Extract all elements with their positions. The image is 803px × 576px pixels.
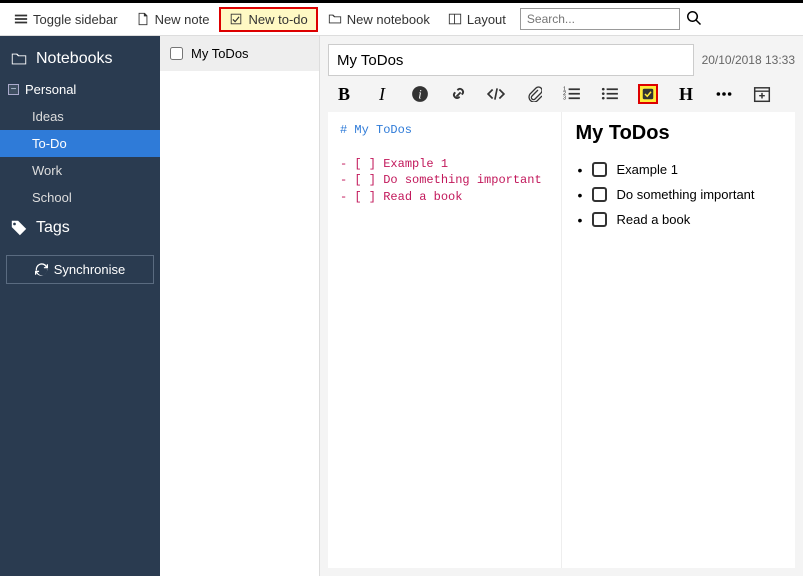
preview-list: Example 1 Do something important Read a … <box>576 157 782 232</box>
note-list-item[interactable]: My ToDos <box>160 36 319 71</box>
md-heading: # My ToDos <box>340 123 412 137</box>
main-area: Notebooks − Personal Ideas To-Do Work Sc… <box>0 36 803 576</box>
sidebar-item-ideas[interactable]: Ideas <box>0 103 160 130</box>
svg-text:3: 3 <box>563 96 566 102</box>
preview-heading: My ToDos <box>576 122 782 145</box>
timestamp: 20/10/2018 13:33 <box>702 53 795 67</box>
heading-button[interactable]: H <box>676 84 696 104</box>
md-text: Do something important <box>383 173 541 187</box>
md-text: Example 1 <box>383 157 448 171</box>
notebooks-label: Notebooks <box>36 50 113 68</box>
folder-icon <box>10 50 28 68</box>
italic-button[interactable]: I <box>372 84 392 104</box>
task-text: Do something important <box>617 187 755 202</box>
hamburger-icon <box>14 12 28 26</box>
more-button[interactable] <box>714 84 734 104</box>
sidebar: Notebooks − Personal Ideas To-Do Work Sc… <box>0 36 160 576</box>
format-toolbar: B I i 123 <box>328 76 795 110</box>
bold-button[interactable]: B <box>334 84 354 104</box>
new-note-label: New note <box>155 12 210 27</box>
new-todo-button[interactable]: New to-do <box>219 7 317 32</box>
layout-button[interactable]: Layout <box>440 8 514 31</box>
bullet-list-button[interactable] <box>600 84 620 104</box>
info-icon: i <box>411 85 429 103</box>
task-checkbox[interactable] <box>592 187 607 202</box>
new-note-button[interactable]: New note <box>128 8 218 31</box>
title-row: 20/10/2018 13:33 <box>328 44 795 76</box>
note-title: My ToDos <box>191 46 249 61</box>
layout-label: Layout <box>467 12 506 27</box>
task-checkbox[interactable] <box>592 212 607 227</box>
numbered-list-button[interactable]: 123 <box>562 84 582 104</box>
editor-area: 20/10/2018 13:33 B I i <box>320 36 803 576</box>
tags-icon <box>10 219 28 237</box>
sidebar-item-school[interactable]: School <box>0 184 160 211</box>
top-toolbar: Toggle sidebar New note New to-do New no… <box>0 3 803 36</box>
markdown-editor[interactable]: # My ToDos - [ ] Example 1 - [ ] Do some… <box>328 112 562 568</box>
sidebar-item-todo[interactable]: To-Do <box>0 130 160 157</box>
new-notebook-label: New notebook <box>347 12 430 27</box>
sync-label: Synchronise <box>54 262 126 277</box>
note-title-input[interactable] <box>328 44 694 76</box>
notebooks-header[interactable]: Notebooks <box>0 42 160 76</box>
tags-label: Tags <box>36 219 70 237</box>
calendar-plus-icon <box>753 85 771 103</box>
collapse-icon: − <box>8 84 19 95</box>
file-icon <box>136 12 150 26</box>
preview-item: Example 1 <box>592 157 782 182</box>
code-icon <box>487 85 505 103</box>
search-input[interactable] <box>520 8 680 30</box>
sync-icon <box>35 263 48 276</box>
notebook-personal[interactable]: − Personal <box>0 76 160 103</box>
search-icon <box>686 10 702 26</box>
calendar-button[interactable] <box>752 84 772 104</box>
tags-header[interactable]: Tags <box>0 211 160 245</box>
note-list: My ToDos <box>160 36 320 576</box>
code-button[interactable] <box>486 84 506 104</box>
task-checkbox[interactable] <box>592 162 607 177</box>
paperclip-icon <box>526 86 542 102</box>
checkbox-list-button[interactable] <box>638 84 658 104</box>
link-button[interactable] <box>448 84 468 104</box>
svg-text:i: i <box>418 88 422 102</box>
layout-icon <box>448 12 462 26</box>
sidebar-item-work[interactable]: Work <box>0 157 160 184</box>
attach-button[interactable] <box>524 84 544 104</box>
toggle-sidebar-label: Toggle sidebar <box>33 12 118 27</box>
search-button[interactable] <box>686 10 702 29</box>
toggle-sidebar-button[interactable]: Toggle sidebar <box>6 8 126 31</box>
ellipsis-icon <box>715 85 733 103</box>
notebook-label: Personal <box>25 82 76 97</box>
synchronise-button[interactable]: Synchronise <box>6 255 154 284</box>
link-icon <box>450 86 467 103</box>
task-text: Example 1 <box>617 162 678 177</box>
info-button[interactable]: i <box>410 84 430 104</box>
preview-item: Read a book <box>592 207 782 232</box>
folder-icon <box>328 12 342 26</box>
md-prefix: - [ ] <box>340 157 383 171</box>
ol-icon: 123 <box>563 85 581 103</box>
task-text: Read a book <box>617 212 691 227</box>
md-text: Read a book <box>383 190 462 204</box>
preview-pane: My ToDos Example 1 Do something importan… <box>562 112 796 568</box>
new-todo-label: New to-do <box>248 12 307 27</box>
check-square-icon <box>229 12 243 26</box>
preview-item: Do something important <box>592 182 782 207</box>
ul-icon <box>601 85 619 103</box>
note-checkbox[interactable] <box>170 47 183 60</box>
checkbox-icon <box>642 86 654 102</box>
editor-panes: # My ToDos - [ ] Example 1 - [ ] Do some… <box>328 112 795 568</box>
md-prefix: - [ ] <box>340 173 383 187</box>
new-notebook-button[interactable]: New notebook <box>320 8 438 31</box>
md-prefix: - [ ] <box>340 190 383 204</box>
